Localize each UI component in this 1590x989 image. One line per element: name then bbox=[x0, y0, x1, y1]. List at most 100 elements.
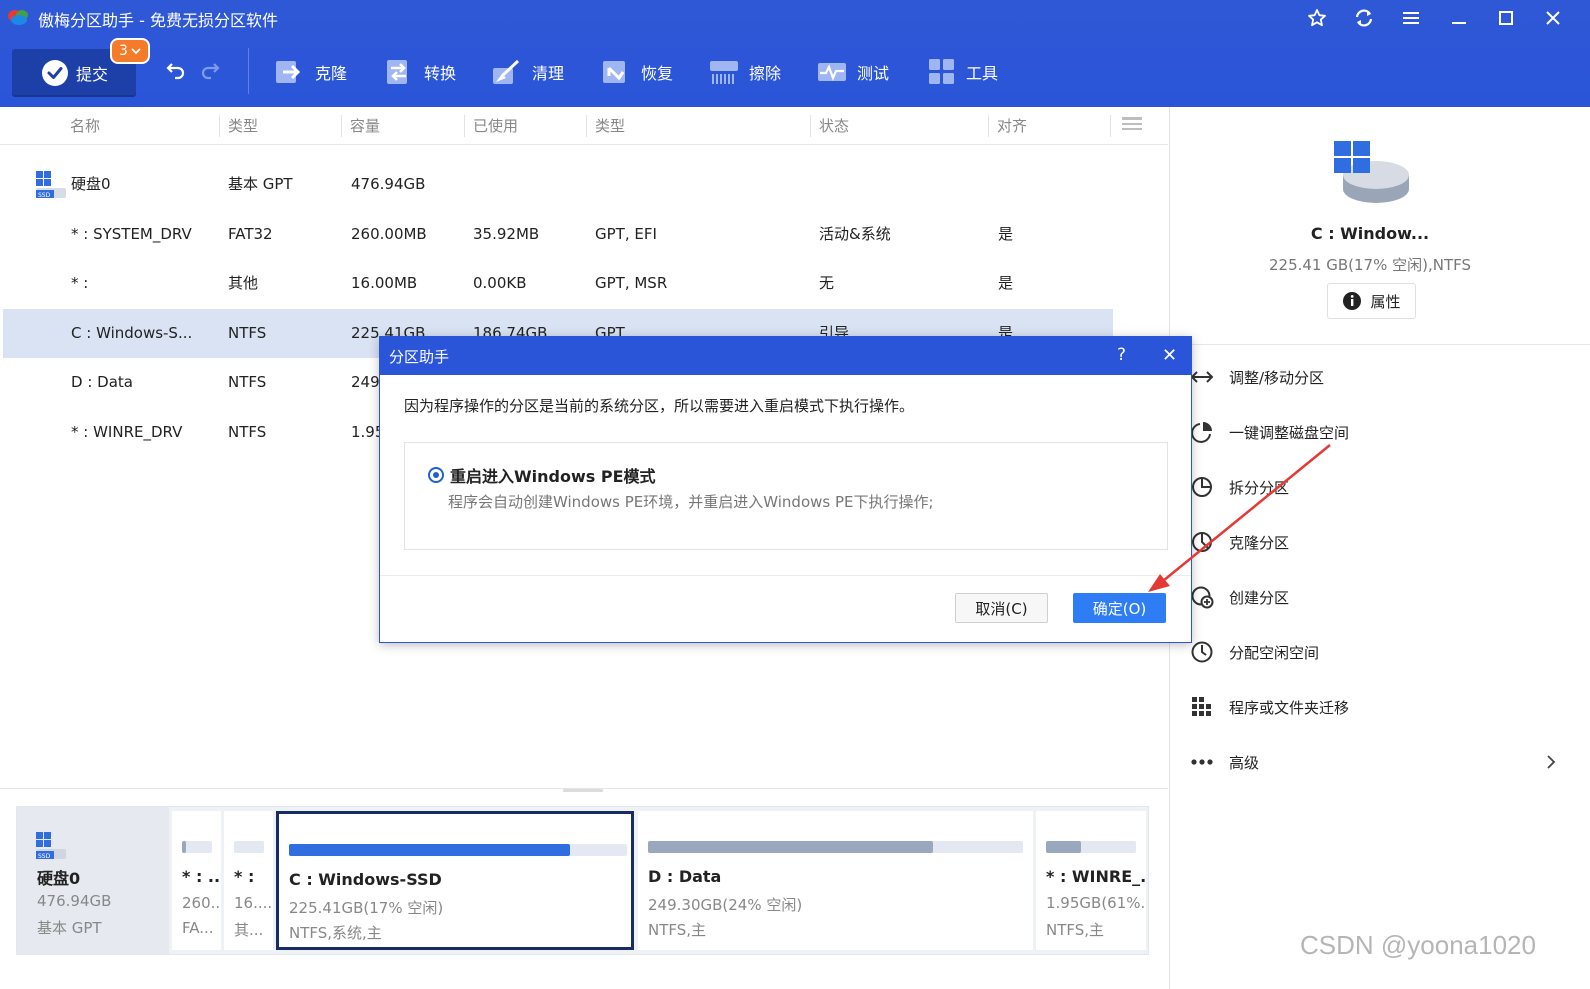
op-label: 克隆分区 bbox=[1229, 533, 1290, 552]
disk-map-partition[interactable]: * : WINRE_... 1.95GB(61%... NTFS,主 bbox=[1036, 811, 1146, 950]
properties-label: 属性 bbox=[1370, 292, 1401, 311]
refresh-icon[interactable] bbox=[1352, 6, 1376, 30]
right-panel: C : Window... 225.41 GB(17% 空闲),NTFS 属性 … bbox=[1169, 107, 1590, 989]
op-create-partition[interactable]: 创建分区 bbox=[1190, 582, 1570, 612]
disk-map-partition[interactable]: * : 16.... 其... bbox=[224, 811, 273, 950]
selected-partition-info: 225.41 GB(17% 空闲),NTFS bbox=[1268, 256, 1472, 274]
partition-capacity: 260.00MB bbox=[351, 225, 427, 243]
op-one-click-adjust[interactable]: 一键调整磁盘空间 bbox=[1190, 417, 1570, 447]
op-clone-partition[interactable]: 克隆分区 bbox=[1190, 527, 1570, 557]
clone-label: 克隆 bbox=[315, 64, 348, 83]
cancel-button[interactable]: 取消(C) bbox=[955, 593, 1048, 623]
ssd-disk-icon: SSD bbox=[36, 171, 66, 199]
tools-tool[interactable]: 工具 bbox=[928, 56, 998, 88]
clock-pie-icon bbox=[1190, 640, 1214, 664]
op-advanced[interactable]: 高级 bbox=[1190, 747, 1570, 777]
partition-fs: NTFS bbox=[228, 373, 267, 391]
clone-tool[interactable]: 克隆 bbox=[275, 56, 347, 88]
column-divider[interactable] bbox=[219, 115, 220, 137]
pie-adjust-icon bbox=[1190, 420, 1214, 444]
svg-text:SSD: SSD bbox=[38, 192, 51, 199]
tools-grid-icon bbox=[929, 59, 954, 84]
commit-label: 提交 bbox=[76, 65, 109, 84]
minimize-icon[interactable] bbox=[1447, 6, 1471, 30]
column-header-used[interactable]: 已使用 bbox=[473, 107, 518, 145]
column-divider[interactable] bbox=[1110, 115, 1111, 137]
column-settings-icon[interactable] bbox=[1121, 116, 1143, 138]
partition-fs: NTFS,系统,主 bbox=[289, 924, 382, 942]
toolbar-separator bbox=[248, 48, 249, 94]
help-icon[interactable]: ? bbox=[1117, 345, 1126, 365]
usage-bar bbox=[182, 841, 212, 853]
undo-icon[interactable] bbox=[164, 58, 188, 82]
pie-clone-icon bbox=[1190, 530, 1214, 554]
op-resize-move[interactable]: 调整/移动分区 bbox=[1190, 362, 1570, 392]
dialog-title-bar[interactable]: 分区助手 ? ✕ bbox=[380, 337, 1191, 375]
partition-type: GPT, EFI bbox=[595, 225, 657, 243]
info-icon bbox=[1343, 292, 1362, 310]
partition-capacity: 16.00MB bbox=[351, 274, 418, 292]
partition-size: 1.95GB(61%... bbox=[1046, 894, 1146, 912]
properties-button[interactable]: 属性 bbox=[1327, 283, 1416, 319]
menu-icon[interactable] bbox=[1399, 6, 1423, 30]
op-label: 一键调整磁盘空间 bbox=[1229, 423, 1350, 442]
favorite-star-icon[interactable] bbox=[1305, 6, 1329, 30]
close-window-icon[interactable] bbox=[1541, 6, 1565, 30]
partition-name: C : Windows-SSD bbox=[289, 870, 442, 889]
disk-map-partition[interactable]: D : Data 249.30GB(24% 空闲) NTFS,主 bbox=[638, 811, 1033, 950]
disk-map-disk[interactable]: SSD 硬盘0 476.94GB 基本 GPT bbox=[17, 807, 169, 954]
partition-fs: FAT32 bbox=[228, 225, 273, 243]
toolbar: 提交 3 克隆 转换 清理 恢复 擦除 测试 工具 bbox=[0, 36, 1590, 107]
maximize-icon[interactable] bbox=[1494, 6, 1518, 30]
column-header-name[interactable]: 名称 bbox=[70, 107, 100, 145]
ok-button[interactable]: 确定(O) bbox=[1073, 593, 1166, 623]
splitter-handle[interactable] bbox=[563, 789, 603, 792]
column-header-capacity[interactable]: 容量 bbox=[350, 107, 380, 145]
disk-map-disk-type: 基本 GPT bbox=[37, 919, 102, 937]
op-app-migration[interactable]: 程序或文件夹迁移 bbox=[1190, 692, 1570, 722]
pe-mode-option[interactable]: 重启进入Windows PE模式 程序会自动创建Windows PE环境，并重启… bbox=[404, 442, 1168, 550]
table-row[interactable]: * : SYSTEM_DRV FAT32 260.00MB 35.92MB GP… bbox=[3, 210, 1113, 259]
op-allocate-free-space[interactable]: 分配空闲空间 bbox=[1190, 637, 1570, 667]
usage-fill bbox=[648, 841, 933, 853]
column-header-type[interactable]: 类型 bbox=[228, 107, 258, 145]
column-divider[interactable] bbox=[988, 115, 989, 137]
partition-name: * : bbox=[71, 274, 89, 292]
test-tool[interactable]: 测试 bbox=[817, 56, 889, 88]
test-icon bbox=[818, 63, 846, 81]
convert-tool[interactable]: 转换 bbox=[384, 56, 456, 88]
column-divider[interactable] bbox=[810, 115, 811, 137]
clean-icon bbox=[493, 59, 520, 84]
table-row[interactable]: * : 其他 16.00MB 0.00KB GPT, MSR 无 是 bbox=[3, 259, 1113, 308]
partition-name: * : SYSTEM_DRV bbox=[71, 225, 192, 243]
column-header-alignment[interactable]: 对齐 bbox=[997, 107, 1027, 145]
column-divider[interactable] bbox=[586, 115, 587, 137]
windows-disk-icon bbox=[1334, 141, 1409, 203]
disk-map: SSD 硬盘0 476.94GB 基本 GPT * : ... 260... F… bbox=[16, 806, 1149, 955]
partition-fs: 其他 bbox=[228, 274, 259, 292]
column-header-partition-type[interactable]: 类型 bbox=[595, 107, 625, 145]
column-divider[interactable] bbox=[341, 115, 342, 137]
usage-bar bbox=[648, 841, 1023, 853]
svg-text:SSD: SSD bbox=[38, 853, 51, 860]
clean-tool[interactable]: 清理 bbox=[492, 56, 564, 88]
usage-bar bbox=[1046, 841, 1136, 853]
pending-operations-badge[interactable]: 3 bbox=[110, 38, 150, 64]
redo-icon[interactable] bbox=[198, 58, 222, 82]
partition-fs: NTFS,主 bbox=[648, 921, 707, 939]
chevron-right-icon bbox=[1547, 755, 1556, 769]
pe-mode-radio[interactable] bbox=[428, 467, 444, 483]
wipe-tool[interactable]: 擦除 bbox=[709, 56, 781, 88]
column-header-status[interactable]: 状态 bbox=[819, 107, 849, 145]
column-divider[interactable] bbox=[464, 115, 465, 137]
op-split-partition[interactable]: 拆分分区 bbox=[1190, 472, 1570, 502]
recover-tool[interactable]: 恢复 bbox=[601, 56, 673, 88]
disk-map-partition[interactable]: * : ... 260... FA... bbox=[172, 811, 221, 950]
pie-split-icon bbox=[1190, 475, 1214, 499]
close-icon[interactable]: ✕ bbox=[1162, 345, 1177, 366]
disk-row[interactable]: SSD 硬盘0 基本 GPT 476.94GB bbox=[3, 160, 1113, 209]
partition-fs: NTFS bbox=[228, 423, 267, 441]
resize-arrows-icon bbox=[1190, 365, 1214, 389]
disk-map-partition-selected[interactable]: C : Windows-SSD 225.41GB(17% 空闲) NTFS,系统… bbox=[276, 811, 634, 950]
more-dots-icon bbox=[1190, 750, 1214, 774]
